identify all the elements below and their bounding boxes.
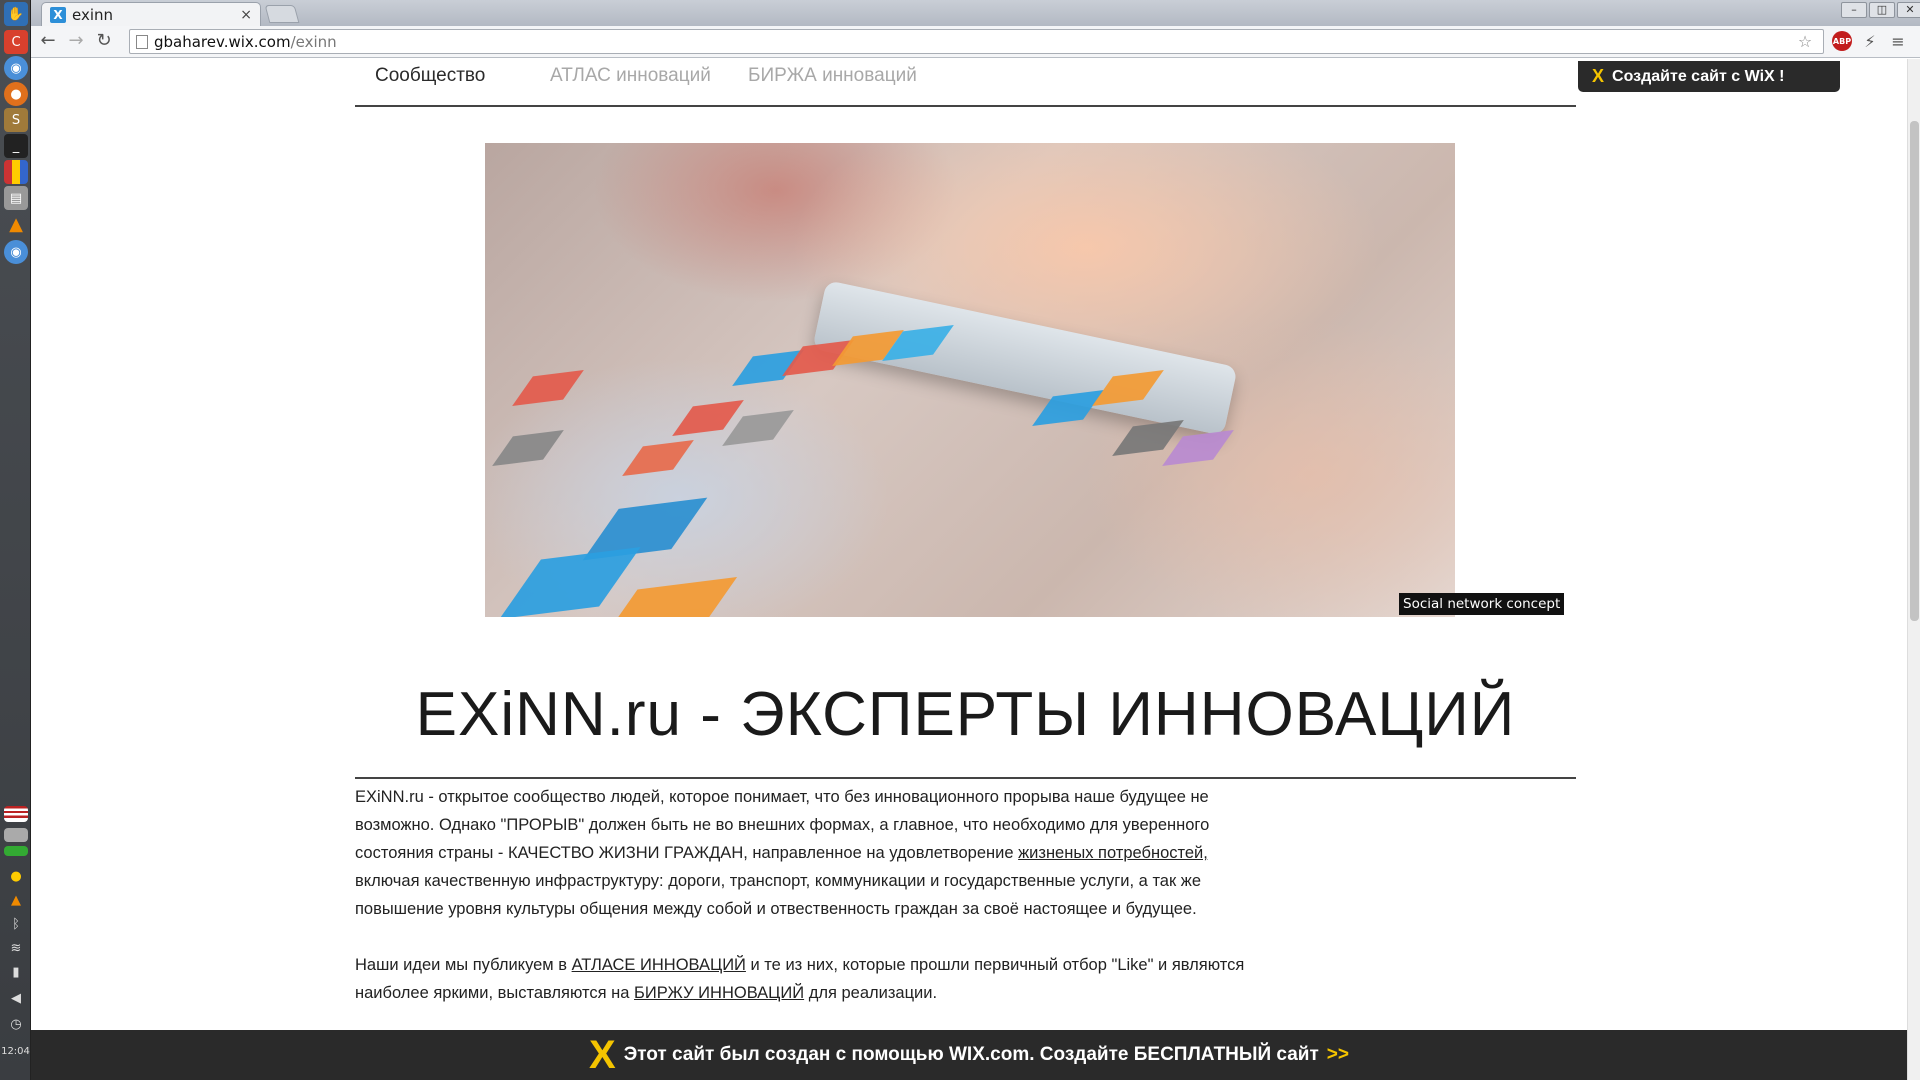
page-scrollbar[interactable] xyxy=(1907,59,1920,1080)
volume-icon[interactable]: ◀ xyxy=(4,986,28,1010)
page-title: EXiNN.ru - ЭКСПЕРТЫ ИННОВАЦИЙ xyxy=(415,680,1516,749)
address-bar[interactable]: gbaharev.wix.com/exinn xyxy=(129,29,1824,54)
url-path: /exinn xyxy=(290,32,337,51)
reload-icon[interactable]: ↻ xyxy=(93,30,115,52)
wix-banner-arrows: >> xyxy=(1326,1044,1349,1065)
page-viewport: Сообщество АТЛАС инноваций БИРЖА инновац… xyxy=(31,59,1907,1080)
exchange-link[interactable]: БИРЖУ ИННОВАЦИЙ xyxy=(634,984,804,1002)
restore-button[interactable]: ◫ xyxy=(1869,2,1895,18)
wifi-icon[interactable]: ≋ xyxy=(4,936,28,960)
dc-app-icon[interactable]: C xyxy=(4,30,28,54)
paragraph-1: EXiNN.ru - открытое сообщество людей, ко… xyxy=(355,783,1255,923)
paragraph-2-text-a: Наши идеи мы публикуем в xyxy=(355,956,572,974)
app-tile xyxy=(492,429,564,467)
wix-banner-text: Этот сайт был создан с помощью WIX.com. … xyxy=(623,1044,1319,1065)
nav-exchange[interactable]: БИРЖА инноваций xyxy=(748,65,917,87)
start-menu-icon[interactable]: ✋ xyxy=(4,2,28,26)
page-icon xyxy=(136,34,148,49)
wix-ad-banner[interactable]: X Этот сайт был создан с помощью WIX.com… xyxy=(31,1030,1907,1080)
battery-icon[interactable]: ▮ xyxy=(4,960,28,984)
vlc-tray-icon[interactable]: ▲ xyxy=(4,888,28,912)
needs-link[interactable]: жизненых потребностей, xyxy=(1018,844,1208,862)
printer-icon[interactable]: ▤ xyxy=(4,186,28,210)
extension-icon[interactable]: ⚡ xyxy=(1859,31,1881,53)
os-dock: ✋ C ◉ ● S _ ▤ ▲ ◉ ● ▲ ᛒ ≋ ▮ ◀ ◷ 12:04 xyxy=(0,0,31,1080)
tab-title: exinn xyxy=(72,5,114,24)
wix-logo-icon: X xyxy=(1592,66,1605,86)
new-tab-button[interactable] xyxy=(264,5,300,23)
chromium-icon[interactable]: ◉ xyxy=(4,56,28,80)
cpu-monitor-icon xyxy=(4,846,28,856)
menu-icon[interactable]: ≡ xyxy=(1887,31,1909,53)
tab-strip: X exinn × – ◫ ✕ xyxy=(31,0,1920,26)
language-flag-icon[interactable] xyxy=(4,806,28,822)
adblock-icon[interactable]: ABP xyxy=(1832,31,1852,51)
text-editor-icon[interactable]: S xyxy=(4,108,28,132)
vlc-icon[interactable]: ▲ xyxy=(4,212,28,236)
clock-icon[interactable]: ◷ xyxy=(4,1012,28,1036)
paragraph-1-text-b: включая качественную инфраструктуру: дор… xyxy=(355,872,1202,918)
url-domain: gbaharev.wix.com xyxy=(154,32,291,51)
chrome-icon[interactable]: ◉ xyxy=(4,240,28,264)
bookmark-star-icon[interactable]: ☆ xyxy=(1794,31,1816,53)
app-tile xyxy=(499,547,641,617)
wix-create-label: Создайте сайт с WiX ! xyxy=(1612,67,1785,85)
nav-community[interactable]: Сообщество xyxy=(375,65,485,87)
clock-text: 12:04 xyxy=(1,1046,30,1057)
bulb-icon[interactable]: ● xyxy=(4,864,28,888)
workspace-icon[interactable] xyxy=(4,828,28,842)
back-icon[interactable]: ← xyxy=(37,30,59,52)
wix-create-site-button[interactable]: X Создайте сайт с WiX ! xyxy=(1578,61,1840,92)
tab-exinn[interactable]: X exinn × xyxy=(41,2,261,26)
intro-text: EXiNN.ru - открытое сообщество людей, ко… xyxy=(355,783,1255,1035)
bluetooth-icon[interactable]: ᛒ xyxy=(4,912,28,936)
hero-image xyxy=(485,143,1455,617)
site-nav: Сообщество АТЛАС инноваций БИРЖА инновац… xyxy=(355,59,1576,107)
minimize-button[interactable]: – xyxy=(1841,2,1867,18)
color-app-icon[interactable] xyxy=(4,160,28,184)
hero-caption: Social network concept xyxy=(1399,593,1565,615)
screen: ✋ C ◉ ● S _ ▤ ▲ ◉ ● ▲ ᛒ ≋ ▮ ◀ ◷ 12:04 X … xyxy=(0,0,1920,1080)
browser-toolbar: ← → ↻ gbaharev.wix.com/exinn ☆ ABP ⚡ ≡ xyxy=(31,26,1920,58)
firefox-icon[interactable]: ● xyxy=(4,82,28,106)
tab-close-icon[interactable]: × xyxy=(240,7,252,23)
paragraph-2-text-c: для реализации. xyxy=(804,984,938,1002)
forward-icon[interactable]: → xyxy=(65,30,87,52)
close-window-button[interactable]: ✕ xyxy=(1897,2,1920,18)
wix-banner-logo-icon: X xyxy=(589,1033,616,1077)
paragraph-2: Наши идеи мы публикуем в АТЛАСЕ ИННОВАЦИ… xyxy=(355,951,1255,1007)
atlas-link[interactable]: АТЛАСЕ ИННОВАЦИЙ xyxy=(572,956,746,974)
wix-favicon-icon: X xyxy=(50,6,66,23)
app-tile xyxy=(622,439,694,477)
app-tile xyxy=(602,576,738,617)
title-divider xyxy=(355,777,1576,779)
app-tile xyxy=(512,369,584,407)
nav-atlas[interactable]: АТЛАС инноваций xyxy=(550,65,711,87)
terminal-icon[interactable]: _ xyxy=(4,134,28,158)
scrollbar-thumb[interactable] xyxy=(1910,121,1919,621)
